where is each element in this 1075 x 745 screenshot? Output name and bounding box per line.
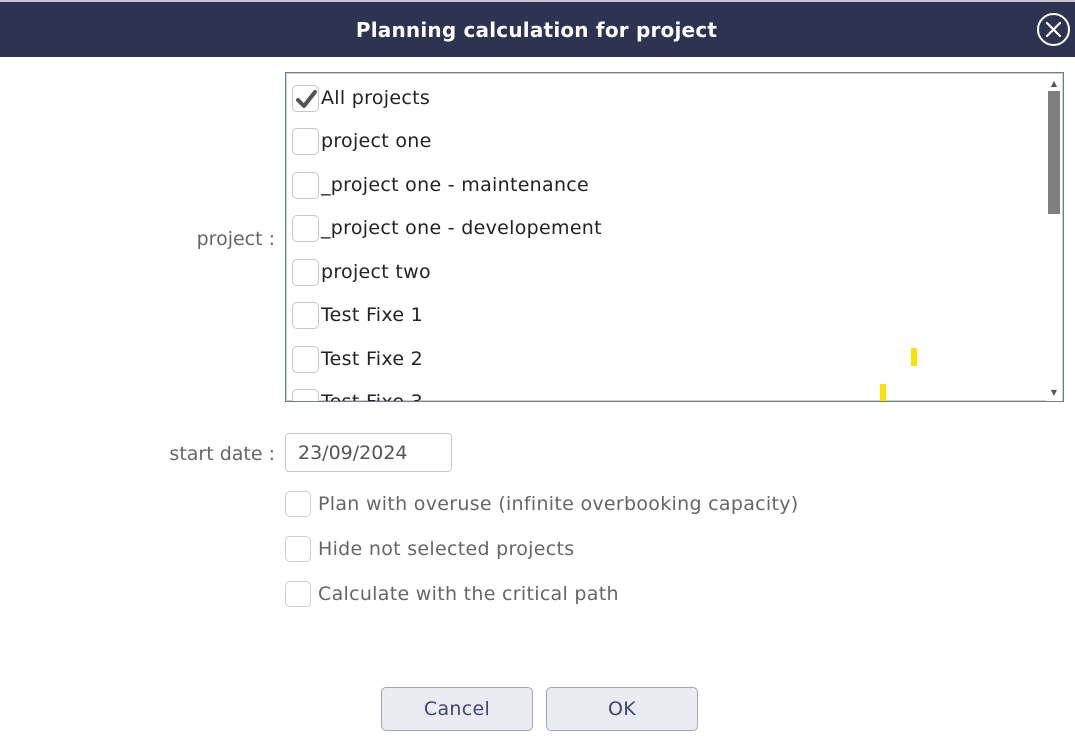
project-checkbox[interactable] [292,388,319,401]
project-option-test-fixe-1[interactable]: Test Fixe 1 [292,300,423,330]
project-option-test-fixe-3[interactable]: Test Fixe 3 [292,387,424,402]
cancel-button[interactable]: Cancel [381,687,533,731]
hide-unselected-label: Hide not selected projects [318,538,575,560]
project-option-label: Test Fixe 1 [321,304,424,326]
project-option-development[interactable]: _project one - developement [292,213,602,243]
project-option-project-two[interactable]: project two [292,257,431,287]
start-date-label: start date : [169,443,275,465]
overuse-checkbox[interactable] [285,491,311,517]
listbox-scrollbar[interactable]: ▲ ▼ [1046,74,1062,401]
project-option-label: Test Fixe 3 [321,391,424,402]
project-option-label: _project one - developement [321,217,602,239]
project-checkbox[interactable] [292,171,319,199]
project-checkbox[interactable] [292,301,319,329]
project-checkbox[interactable] [292,214,319,242]
project-option-label: _project one - maintenance [321,174,590,196]
scroll-thumb[interactable] [1048,91,1060,214]
project-option-label: project two [321,261,431,283]
project-checkbox[interactable] [292,345,319,373]
overuse-option[interactable]: Plan with overuse (infinite overbooking … [285,490,798,518]
project-checkbox[interactable] [292,127,319,155]
critical-path-option[interactable]: Calculate with the critical path [285,580,619,608]
critical-path-label: Calculate with the critical path [318,583,619,605]
hide-unselected-option[interactable]: Hide not selected projects [285,535,574,563]
ok-button[interactable]: OK [546,687,698,731]
overuse-label: Plan with overuse (infinite overbooking … [318,493,799,515]
dialog-titlebar: Planning calculation for project [0,0,1075,57]
project-option-project-one[interactable]: project one [292,126,432,156]
critical-path-checkbox[interactable] [285,581,311,607]
project-option-label: Test Fixe 2 [321,348,424,370]
highlight-mark [880,384,886,401]
project-option-label: project one [321,130,432,152]
project-listbox[interactable]: All projects project one _project one - … [285,72,1064,402]
project-option-maintenance[interactable]: _project one - maintenance [292,170,589,200]
scroll-up-arrow-icon[interactable]: ▲ [1046,76,1062,90]
start-date-input[interactable]: 23/09/2024 [285,433,452,472]
highlight-mark [911,348,917,366]
close-button[interactable] [1037,13,1070,46]
project-checkbox-all[interactable] [292,84,319,112]
project-option-label: All projects [321,87,431,109]
scroll-down-arrow-icon[interactable]: ▼ [1046,385,1062,399]
checkmark-icon [296,89,317,108]
project-checkbox[interactable] [292,258,319,286]
dialog-title: Planning calculation for project [355,17,718,42]
project-label: project : [196,228,275,250]
close-icon [1046,22,1061,37]
project-option-all[interactable]: All projects [292,83,430,113]
hide-unselected-checkbox[interactable] [285,536,311,562]
project-option-test-fixe-2[interactable]: Test Fixe 2 [292,344,423,374]
